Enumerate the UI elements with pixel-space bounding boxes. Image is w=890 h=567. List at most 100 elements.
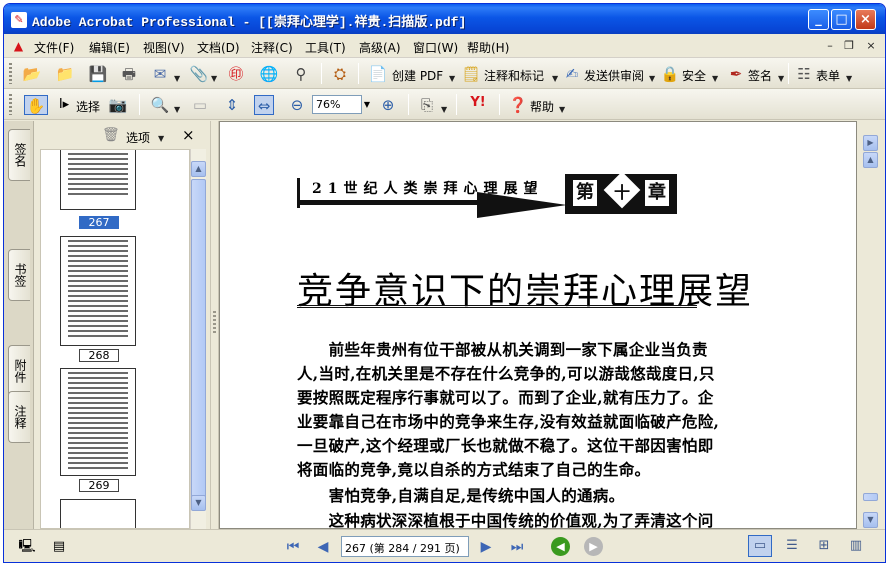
zoom-in-icon[interactable]: ⊕	[378, 95, 398, 115]
security-lock-icon[interactable]: 🔒	[660, 64, 680, 84]
forms-icon[interactable]: ☷	[794, 64, 814, 84]
document-pdf-icon[interactable]: ▲	[11, 38, 26, 54]
security-button[interactable]: 安全	[682, 67, 706, 84]
panel-splitter[interactable]	[210, 121, 219, 529]
zoom-in-tool-icon[interactable]: 🔍	[150, 95, 170, 115]
email-dropdown-icon[interactable]: ▼	[174, 74, 180, 83]
split-view-icon[interactable]: ▶	[863, 135, 878, 151]
page-number-field[interactable]: 267 (第 284 / 291 页)	[341, 536, 469, 557]
email-icon[interactable]: ✉	[150, 64, 170, 84]
tab-signatures[interactable]: 签名	[8, 129, 30, 181]
single-page-layout-icon[interactable]: ▭	[748, 535, 772, 557]
print-icon[interactable]: 🖶	[119, 64, 139, 84]
thumbnail-label[interactable]: 269	[79, 479, 119, 492]
help-button[interactable]: 帮助	[530, 98, 554, 115]
create-pdf-dropdown-icon[interactable]: ▼	[449, 74, 455, 83]
menu-help[interactable]: 帮助(H)	[467, 39, 509, 56]
tab-comments[interactable]: 注释	[8, 391, 30, 443]
web-search-icon[interactable]: 🌐	[259, 64, 279, 84]
doc-restore-button[interactable]: ❐	[842, 39, 856, 53]
options-button[interactable]: 选项	[126, 129, 150, 146]
document-scrollbar[interactable]: ▶ ▲ ▼	[857, 121, 885, 529]
fit-width-icon[interactable]: ⇔	[254, 95, 274, 115]
facing-layout-icon[interactable]: ⊞	[812, 535, 836, 557]
menu-window[interactable]: 窗口(W)	[413, 39, 458, 56]
toolbar-grip[interactable]	[9, 63, 12, 84]
document-view[interactable]: 21世纪人类崇拜心理展望 第 十 章 竞争意识下的崇拜心理展望 前些年贵州有位干…	[219, 121, 857, 529]
send-review-icon[interactable]: ✍	[562, 64, 582, 84]
close-button[interactable]: ×	[855, 9, 876, 30]
forms-dropdown-icon[interactable]: ▼	[846, 74, 852, 83]
create-pdf-icon[interactable]: 📄	[368, 64, 388, 84]
open-folder-icon[interactable]: 📂	[22, 64, 42, 84]
rotate-view-icon[interactable]: ⎘	[417, 95, 437, 115]
comment-markup-icon[interactable]: 🗒	[461, 64, 481, 84]
sign-dropdown-icon[interactable]: ▼	[778, 74, 784, 83]
actual-size-icon[interactable]: ▭	[190, 95, 210, 115]
previous-page-icon[interactable]: ◀	[314, 538, 332, 556]
doc-minimize-button[interactable]: –	[823, 39, 837, 53]
thumbnail-label[interactable]: 268	[79, 349, 119, 362]
organizer-icon[interactable]: 📁	[55, 64, 75, 84]
security-dropdown-icon[interactable]: ▼	[712, 74, 718, 83]
doc-close-button[interactable]: ×	[864, 39, 878, 53]
scroll-thumb[interactable]	[191, 179, 206, 499]
hand-tool-icon[interactable]: ✋	[24, 95, 48, 115]
yahoo-search-icon[interactable]: Y!	[468, 95, 488, 115]
next-view-icon[interactable]: ▶	[584, 537, 603, 556]
continuous-layout-icon[interactable]: ☰	[780, 535, 804, 557]
last-page-icon[interactable]: ⏭	[508, 538, 526, 556]
thumbnail-page[interactable]	[60, 150, 136, 210]
options-dropdown-icon[interactable]: ▼	[158, 134, 164, 143]
zoom-tool-dropdown-icon[interactable]: ▼	[174, 105, 180, 114]
monitor-icon[interactable]: 🖳	[18, 538, 36, 556]
thumbnail-label[interactable]: 267	[79, 216, 119, 229]
thumbnail-scrollbar[interactable]: ▲ ▼	[190, 149, 206, 529]
attach-icon[interactable]: 📎	[189, 64, 209, 84]
menu-document[interactable]: 文档(D)	[197, 39, 240, 56]
menu-advanced[interactable]: 高级(A)	[359, 39, 401, 56]
thumbnail-page[interactable]	[60, 368, 136, 476]
scroll-down-icon[interactable]: ▼	[863, 512, 878, 528]
select-cursor-icon[interactable]: I▸	[54, 95, 74, 115]
zoom-input[interactable]: 76%	[312, 95, 362, 114]
comment-markup-dropdown-icon[interactable]: ▼	[552, 74, 558, 83]
next-page-icon[interactable]: ▶	[477, 538, 495, 556]
continuous-facing-layout-icon[interactable]: ▥	[844, 535, 868, 557]
thumbnail-page[interactable]	[60, 236, 136, 346]
help-icon[interactable]: ❓	[508, 95, 528, 115]
page-info-icon[interactable]: ▤	[50, 538, 68, 556]
previous-view-icon[interactable]: ◀	[551, 537, 570, 556]
attach-dropdown-icon[interactable]: ▼	[211, 74, 217, 83]
toolbar-grip[interactable]	[9, 94, 12, 115]
select-tool-button[interactable]: 选择	[76, 98, 100, 115]
scroll-down-icon[interactable]: ▼	[191, 495, 206, 511]
send-review-button[interactable]: 发送供审阅	[584, 67, 644, 84]
scroll-up-icon[interactable]: ▲	[191, 161, 206, 177]
sign-button[interactable]: 签名	[748, 67, 772, 84]
acrobat-app-icon[interactable]: ✎	[11, 12, 27, 28]
menu-file[interactable]: 文件(F)	[34, 39, 74, 56]
menu-tools[interactable]: 工具(T)	[305, 39, 346, 56]
stamp-icon[interactable]: ㊞	[226, 64, 246, 84]
menu-edit[interactable]: 编辑(E)	[89, 39, 130, 56]
scroll-up-icon[interactable]: ▲	[863, 152, 878, 168]
fit-page-icon[interactable]: ⇕	[222, 95, 242, 115]
title-bar[interactable]: ✎ Adobe Acrobat Professional - [[崇拜心理学].…	[4, 4, 885, 34]
send-review-dropdown-icon[interactable]: ▼	[649, 74, 655, 83]
first-page-icon[interactable]: ⏮	[284, 538, 302, 556]
save-icon[interactable]: 💾	[88, 64, 108, 84]
sign-pen-icon[interactable]: ✒	[726, 64, 746, 84]
rotate-dropdown-icon[interactable]: ▼	[441, 105, 447, 114]
properties-icon[interactable]: ⛭	[330, 64, 350, 84]
help-dropdown-icon[interactable]: ▼	[559, 105, 565, 114]
minimize-button[interactable]: _	[808, 9, 829, 30]
scroll-thumb[interactable]	[863, 493, 878, 501]
zoom-out-icon[interactable]: ⊖	[287, 95, 307, 115]
trash-icon[interactable]: 🗑	[102, 127, 120, 143]
tab-bookmarks[interactable]: 书签	[8, 249, 30, 301]
thumbnail-page[interactable]	[60, 499, 136, 528]
menu-view[interactable]: 视图(V)	[143, 39, 185, 56]
zoom-dropdown-icon[interactable]: ▼	[360, 95, 374, 114]
find-binoculars-icon[interactable]: ⚲	[291, 64, 311, 84]
